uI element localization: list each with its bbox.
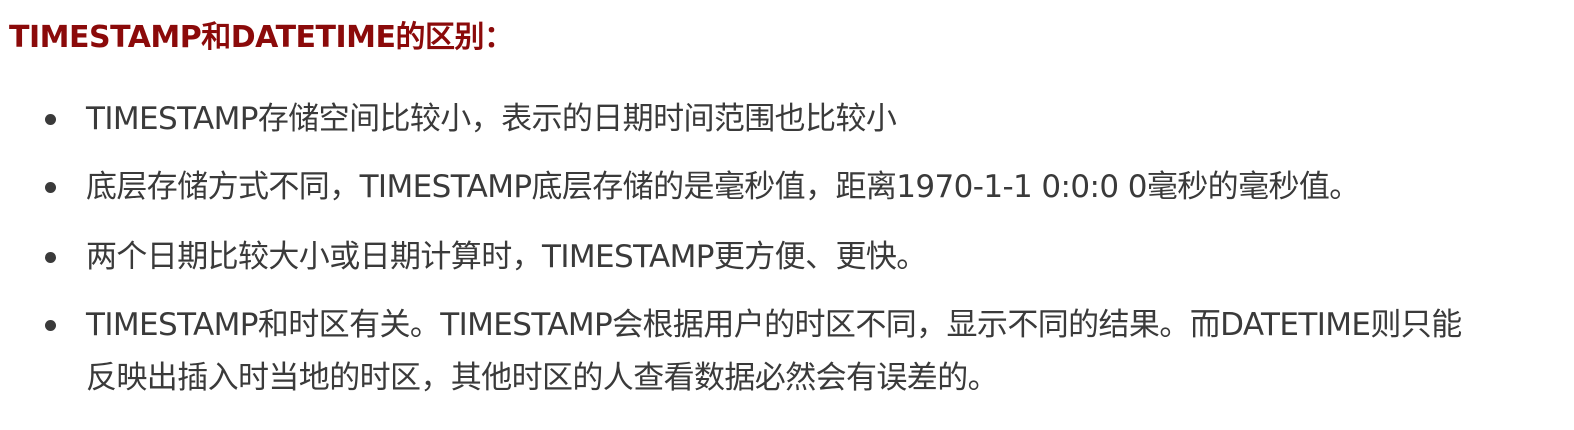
bullet-line: TIMESTAMP和时区有关。TIMESTAMP会根据用户的时区不同，显示不同的…: [86, 307, 1462, 343]
bullet-line: 反映出插入时当地的时区，其他时区的人查看数据必然会有误差的。: [86, 360, 999, 396]
bullet-dot-icon: [45, 114, 56, 125]
section-heading: TIMESTAMP和DATETIME的区别：: [9, 20, 514, 55]
bullet-dot-icon: [45, 320, 56, 331]
bullet-text: TIMESTAMP存储空间比较小，表示的日期时间范围也比较小: [86, 93, 1556, 146]
bullet-dot-icon: [45, 182, 56, 193]
bullet-text: 两个日期比较大小或日期计算时，TIMESTAMP更方便、更快。: [86, 231, 1556, 284]
bullet-line: 底层存储方式不同，TIMESTAMP底层存储的是毫秒值，距离1970-1-1 0…: [86, 169, 1360, 205]
content-section: TIMESTAMP和DATETIME的区别： TIMESTAMP存储空间比较小，…: [0, 0, 1574, 430]
bullet-line: 两个日期比较大小或日期计算时，TIMESTAMP更方便、更快。: [86, 239, 927, 275]
bullet-line: TIMESTAMP存储空间比较小，表示的日期时间范围也比较小: [86, 101, 897, 137]
bullet-text: 底层存储方式不同，TIMESTAMP底层存储的是毫秒值，距离1970-1-1 0…: [86, 161, 1556, 214]
bullet-text: TIMESTAMP和时区有关。TIMESTAMP会根据用户的时区不同，显示不同的…: [86, 299, 1556, 405]
bullet-dot-icon: [45, 252, 56, 263]
